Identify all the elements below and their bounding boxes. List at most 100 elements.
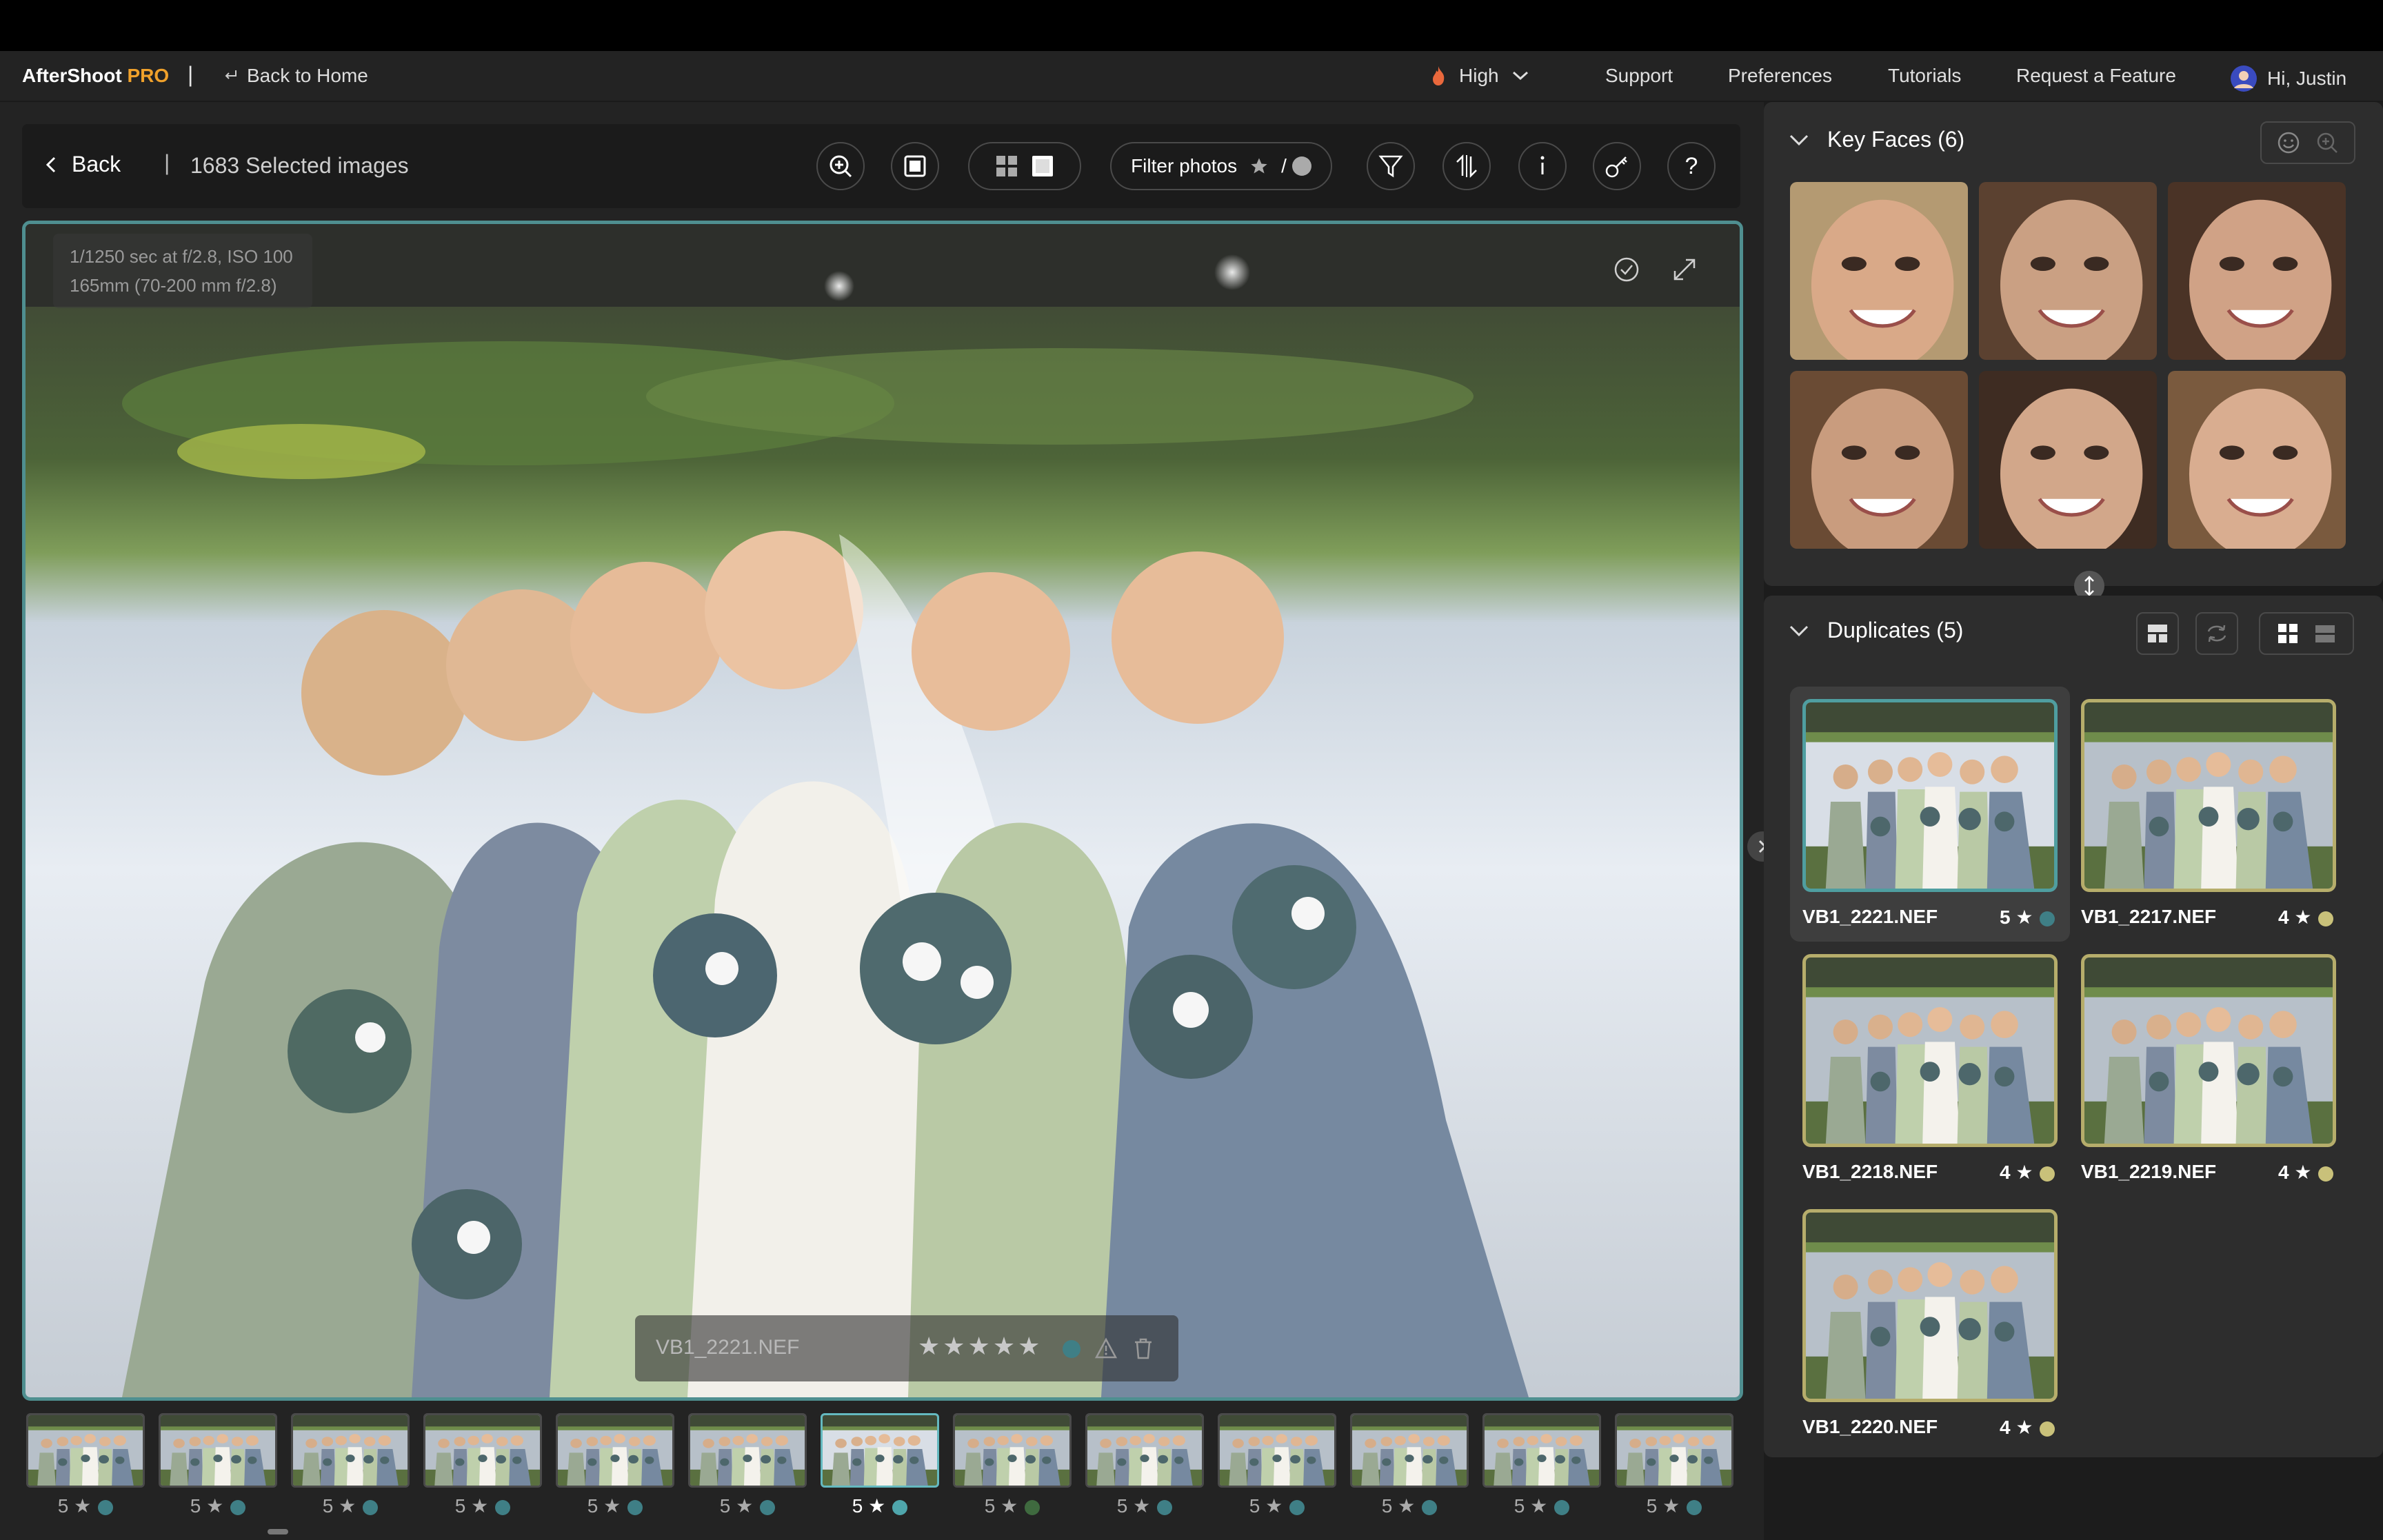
smiley-icon[interactable] — [2277, 131, 2300, 154]
right-panel: Key Faces (6) Duplicates (5) VB1_2221.NE… — [1764, 102, 2383, 1540]
filmstrip-thumbnail[interactable] — [423, 1413, 542, 1488]
info-icon — [1540, 156, 1545, 174]
filmstrip-thumbnail[interactable] — [953, 1413, 1072, 1488]
rating-value: 5 ★ — [2000, 906, 2033, 928]
filmstrip-thumbnail[interactable] — [1350, 1413, 1469, 1488]
list-view-icon[interactable] — [2314, 622, 2336, 645]
key-face-thumbnail[interactable] — [2168, 182, 2346, 360]
exif-exposure: 1/1250 sec at f/2.8, ISO 100 — [70, 246, 293, 267]
dupe-view-toggle — [2259, 612, 2354, 655]
check-circle-icon[interactable] — [1613, 256, 1640, 283]
photo-viewer[interactable]: 1/1250 sec at f/2.8, ISO 100 165mm (70-2… — [22, 221, 1743, 1401]
sort-button[interactable] — [1442, 142, 1491, 190]
key-face-thumbnail[interactable] — [1979, 371, 2157, 549]
duplicate-thumbnail[interactable] — [2081, 954, 2336, 1147]
nav-support[interactable]: Support — [1605, 65, 1673, 87]
color-label-dot — [495, 1499, 511, 1515]
warning-icon[interactable] — [1094, 1337, 1118, 1359]
exif-lens: 165mm (70-200 mm f/2.8) — [70, 275, 277, 296]
filmstrip-thumbnail[interactable] — [1615, 1413, 1733, 1488]
layout-button[interactable] — [2136, 612, 2179, 655]
grid-view-icon[interactable] — [995, 154, 1018, 178]
rating-value: 5 ★ — [1646, 1495, 1680, 1517]
duplicate-filename: VB1_2219.NEF — [2081, 1161, 2217, 1182]
filmstrip-thumbnail[interactable] — [556, 1413, 674, 1488]
selected-count: 1683 Selected images — [190, 153, 409, 178]
key-face-thumbnail[interactable] — [1979, 182, 2157, 360]
filmstrip-thumbnail[interactable] — [26, 1413, 145, 1488]
color-label-dot — [1289, 1499, 1305, 1515]
zoom-button[interactable] — [816, 142, 865, 190]
rating-value: 5 ★ — [57, 1495, 92, 1517]
chevron-down-icon — [1789, 134, 1809, 145]
duplicate-thumbnail[interactable] — [1802, 954, 2058, 1147]
info-button[interactable] — [1518, 142, 1567, 190]
back-to-home-link[interactable]: Back to Home — [222, 65, 368, 87]
rating-value: 4 ★ — [2000, 1162, 2033, 1183]
viewer-toolbar: Back | 1683 Selected images Filter photo… — [22, 124, 1740, 208]
filmstrip-thumbnail[interactable] — [291, 1413, 410, 1488]
rating-value: 5 ★ — [984, 1495, 1018, 1517]
zoom-in-icon[interactable] — [2315, 131, 2339, 154]
grid-view-icon[interactable] — [2277, 622, 2299, 645]
filmstrip-thumbnail[interactable] — [1482, 1413, 1601, 1488]
duplicate-thumbnail[interactable] — [1802, 1209, 2058, 1402]
color-label-dot — [1687, 1499, 1702, 1515]
filmstrip-thumbnail[interactable] — [1085, 1413, 1204, 1488]
filmstrip-scroll-handle[interactable] — [268, 1529, 288, 1534]
duplicate-thumbnail[interactable] — [2081, 699, 2336, 892]
photo-info-bar: VB1_2221.NEF ★★★★★ — [635, 1315, 1178, 1381]
single-view-button[interactable] — [891, 142, 939, 190]
nav-preferences[interactable]: Preferences — [1728, 65, 1832, 87]
key-button[interactable] — [1593, 142, 1641, 190]
color-label-dot — [760, 1499, 776, 1515]
view-mode-toggle[interactable] — [968, 142, 1081, 190]
key-faces-header[interactable]: Key Faces (6) — [1789, 127, 1964, 152]
help-button[interactable]: ? — [1667, 142, 1716, 190]
color-label-dot — [2318, 911, 2334, 926]
back-button[interactable]: Back — [46, 152, 121, 177]
filmstrip-thumbnail[interactable] — [159, 1413, 277, 1488]
star-rating[interactable]: ★★★★★ — [918, 1332, 1043, 1361]
exif-overlay: 1/1250 sec at f/2.8, ISO 100 165mm (70-2… — [53, 234, 312, 308]
duplicate-thumbnail[interactable] — [1802, 699, 2058, 892]
rating-value: 5 ★ — [852, 1495, 886, 1517]
quality-dropdown[interactable]: High — [1430, 65, 1529, 87]
color-label-dot — [1157, 1499, 1173, 1515]
swap-icon — [2207, 625, 2226, 642]
key-face-thumbnail[interactable] — [1790, 371, 1968, 549]
vertical-resize-icon — [2084, 576, 2094, 596]
expand-icon[interactable] — [1671, 256, 1698, 283]
key-face-thumbnail[interactable] — [2168, 371, 2346, 549]
nav-request-feature[interactable]: Request a Feature — [2016, 65, 2176, 87]
color-label-dot — [230, 1499, 246, 1515]
filmstrip-rating: 5 ★ — [26, 1495, 145, 1517]
filmstrip-thumbnail[interactable] — [821, 1413, 939, 1488]
duplicates-title: Duplicates (5) — [1827, 618, 1964, 642]
filmstrip-rating: 5 ★ — [1085, 1495, 1204, 1517]
duplicate-filename: VB1_2218.NEF — [1802, 1161, 1938, 1182]
color-label-dot[interactable] — [1063, 1340, 1080, 1358]
loupe-view-icon[interactable] — [1031, 154, 1054, 178]
key-face-thumbnail[interactable] — [1790, 182, 1968, 360]
rating-value: 4 ★ — [2278, 1162, 2312, 1183]
color-label-dot — [1025, 1499, 1040, 1515]
filter-separator: / — [1281, 155, 1287, 176]
duplicates-header[interactable]: Duplicates (5) — [1789, 618, 1963, 643]
color-dot-icon — [1291, 156, 1311, 176]
swap-button[interactable] — [2195, 612, 2238, 655]
chevron-down-icon — [1512, 71, 1528, 81]
layout-icon — [2148, 625, 2167, 642]
filmstrip-thumbnail[interactable] — [1218, 1413, 1336, 1488]
filmstrip-rating: 5 ★ — [556, 1495, 674, 1517]
trash-icon[interactable] — [1133, 1337, 1154, 1359]
filter-photos-dropdown[interactable]: Filter photos / — [1110, 142, 1332, 190]
viewer-corner-icons — [1613, 256, 1698, 283]
filmstrip-thumbnail[interactable] — [688, 1413, 807, 1488]
filmstrip-rating: 5 ★ — [821, 1495, 939, 1517]
color-label-dot — [2040, 911, 2055, 926]
user-menu[interactable]: Hi, Justin — [2230, 65, 2346, 92]
filter-button[interactable] — [1367, 142, 1415, 190]
nav-tutorials[interactable]: Tutorials — [1888, 65, 1961, 87]
color-label-dot — [1422, 1499, 1438, 1515]
